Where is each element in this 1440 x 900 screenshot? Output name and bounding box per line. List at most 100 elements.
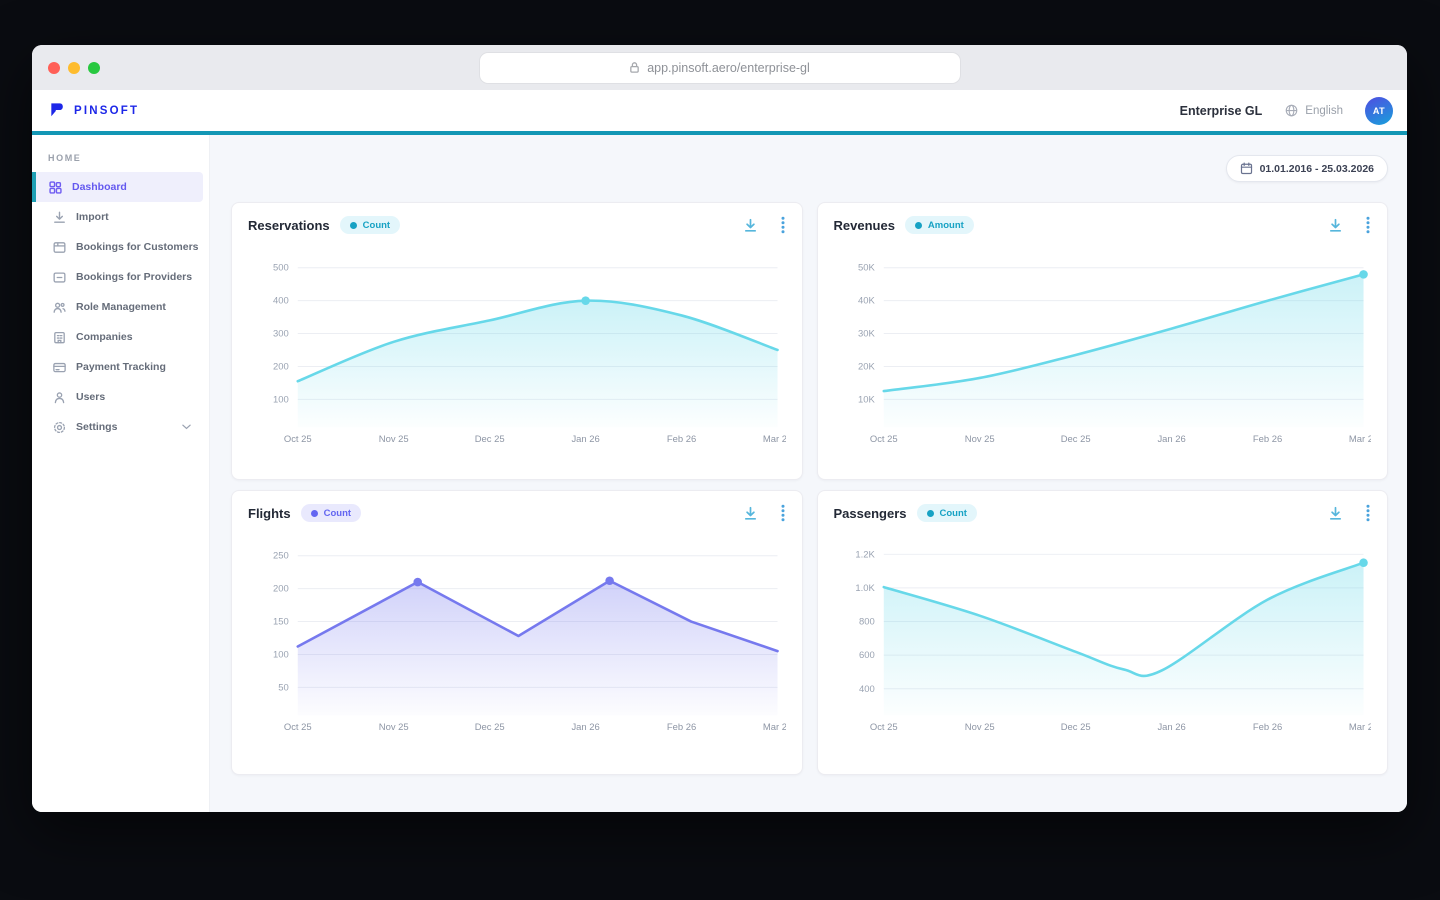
- settings-icon: [52, 420, 67, 435]
- svg-text:1.0K: 1.0K: [855, 583, 875, 594]
- svg-text:50K: 50K: [858, 263, 875, 274]
- svg-text:1.2K: 1.2K: [855, 549, 875, 560]
- svg-text:40K: 40K: [858, 296, 875, 307]
- minimize-window-button[interactable]: [68, 61, 80, 74]
- address-bar[interactable]: app.pinsoft.aero/enterprise-gl: [479, 52, 960, 83]
- globe-icon: [1284, 103, 1299, 118]
- svg-text:Mar 26: Mar 26: [1348, 434, 1371, 445]
- revenues-chart: 50K 40K 30K 20K 10K Oct 25 Nov 25 Dec 25 Jan 26 F…: [858, 263, 1371, 445]
- payment-tracking-icon: [52, 360, 67, 375]
- sidebar-item-label: Bookings for Providers: [76, 271, 193, 283]
- sidebar-item-settings[interactable]: Settings: [32, 412, 203, 442]
- svg-text:Jan 26: Jan 26: [1157, 722, 1185, 733]
- svg-text:Mar 26: Mar 26: [763, 434, 786, 445]
- sidebar-section-label: HOME: [48, 153, 82, 163]
- language-selector[interactable]: English: [1284, 103, 1343, 118]
- svg-text:Nov 25: Nov 25: [964, 722, 994, 733]
- kebab-menu-button[interactable]: [780, 216, 786, 234]
- sidebar-item-dashboard[interactable]: Dashboard: [32, 172, 203, 202]
- lock-icon: [629, 61, 640, 74]
- brand-logo[interactable]: PINSOFT: [48, 101, 139, 120]
- svg-text:Oct 25: Oct 25: [869, 722, 897, 733]
- sidebar: HOME Dashboard Import Bookings for Custo…: [32, 135, 210, 812]
- svg-text:100: 100: [273, 394, 289, 405]
- svg-text:Nov 25: Nov 25: [379, 722, 409, 733]
- sidebar-item-payment-tracking[interactable]: Payment Tracking: [32, 352, 203, 382]
- svg-text:Dec 25: Dec 25: [475, 434, 505, 445]
- download-button[interactable]: [742, 217, 759, 234]
- svg-text:20K: 20K: [858, 361, 875, 372]
- main-content: 01.01.2016 - 25.03.2026 Reservations Cou…: [210, 135, 1407, 812]
- calendar-icon: [1240, 162, 1253, 175]
- svg-text:Feb 26: Feb 26: [1252, 722, 1281, 733]
- dashboard-icon: [48, 180, 63, 195]
- legend-dot-icon: [914, 221, 922, 229]
- svg-text:300: 300: [273, 329, 289, 340]
- app-header: PINSOFT Enterprise GL English AT: [32, 90, 1407, 135]
- cards-grid: Reservations Count 500 400 300 200 100 Oct 25…: [231, 202, 1388, 775]
- avatar[interactable]: AT: [1365, 96, 1393, 125]
- maximize-window-button[interactable]: [88, 61, 100, 74]
- browser-chrome: app.pinsoft.aero/enterprise-gl: [32, 45, 1407, 90]
- legend-badge: Count: [300, 504, 362, 522]
- kebab-menu-button[interactable]: [1365, 504, 1371, 522]
- role-management-icon: [52, 300, 67, 315]
- legend-dot-icon: [926, 509, 934, 517]
- sidebar-item-bookings-for-customers[interactable]: Bookings for Customers: [32, 232, 203, 262]
- card-title: Flights: [248, 505, 291, 521]
- svg-text:Jan 26: Jan 26: [571, 434, 599, 445]
- svg-text:50: 50: [278, 682, 289, 693]
- svg-text:Dec 25: Dec 25: [1060, 722, 1090, 733]
- chevron-down-icon: [182, 424, 191, 430]
- svg-text:800: 800: [859, 617, 875, 628]
- close-window-button[interactable]: [48, 61, 60, 74]
- svg-text:Jan 26: Jan 26: [571, 722, 599, 733]
- download-button[interactable]: [1327, 505, 1344, 522]
- svg-text:10K: 10K: [858, 394, 875, 405]
- users-icon: [52, 390, 67, 405]
- language-label: English: [1305, 104, 1343, 117]
- sidebar-item-role-management[interactable]: Role Management: [32, 292, 203, 322]
- sidebar-item-label: Bookings for Customers: [76, 241, 199, 253]
- sidebar-item-label: Settings: [76, 421, 118, 433]
- sidebar-item-bookings-for-providers[interactable]: Bookings for Providers: [32, 262, 203, 292]
- sidebar-item-label: Users: [76, 391, 106, 403]
- browser-window: app.pinsoft.aero/enterprise-gl PINSOFT E…: [32, 45, 1407, 812]
- brand-name: PINSOFT: [74, 104, 140, 117]
- sidebar-item-companies[interactable]: Companies: [32, 322, 203, 352]
- download-button[interactable]: [1327, 217, 1344, 234]
- card-title: Reservations: [248, 217, 330, 233]
- date-range-picker[interactable]: 01.01.2016 - 25.03.2026: [1225, 155, 1388, 182]
- svg-text:Oct 25: Oct 25: [869, 434, 897, 445]
- pinsoft-logo-icon: [48, 101, 67, 120]
- sidebar-item-label: Import: [76, 211, 109, 223]
- svg-text:500: 500: [273, 263, 289, 274]
- sidebar-item-import[interactable]: Import: [32, 202, 203, 232]
- svg-text:Oct 25: Oct 25: [284, 434, 312, 445]
- svg-text:200: 200: [273, 361, 289, 372]
- import-icon: [52, 210, 67, 225]
- svg-text:Feb 26: Feb 26: [667, 434, 696, 445]
- bookings-providers-icon: [52, 270, 67, 285]
- card-title: Passengers: [833, 505, 907, 521]
- url-text: app.pinsoft.aero/enterprise-gl: [647, 60, 810, 75]
- svg-text:30K: 30K: [858, 329, 875, 340]
- sidebar-item-users[interactable]: Users: [32, 382, 203, 412]
- legend-badge: Amount: [904, 216, 974, 234]
- svg-text:400: 400: [859, 684, 875, 695]
- flights-chart: 250 200 150 100 50 Oct 25 Nov 25 Dec 25 Jan 26 Fe…: [273, 551, 785, 733]
- download-button[interactable]: [742, 505, 759, 522]
- card-flights: Flights Count 250 200 150 100 50 Oct 25 Nov 25…: [231, 490, 803, 775]
- svg-text:Feb 26: Feb 26: [667, 722, 696, 733]
- sidebar-item-label: Payment Tracking: [76, 361, 166, 373]
- svg-text:Feb 26: Feb 26: [1252, 434, 1281, 445]
- svg-text:Nov 25: Nov 25: [379, 434, 409, 445]
- sidebar-item-label: Companies: [76, 331, 133, 343]
- legend-badge: Count: [916, 504, 977, 522]
- legend-dot-icon: [310, 509, 318, 517]
- card-revenues: Revenues Amount 50K 40K 30K 20K 10K Oct 25 Nov…: [816, 202, 1388, 480]
- companies-icon: [52, 330, 67, 345]
- traffic-lights: [48, 61, 100, 74]
- kebab-menu-button[interactable]: [1365, 216, 1371, 234]
- kebab-menu-button[interactable]: [780, 504, 786, 522]
